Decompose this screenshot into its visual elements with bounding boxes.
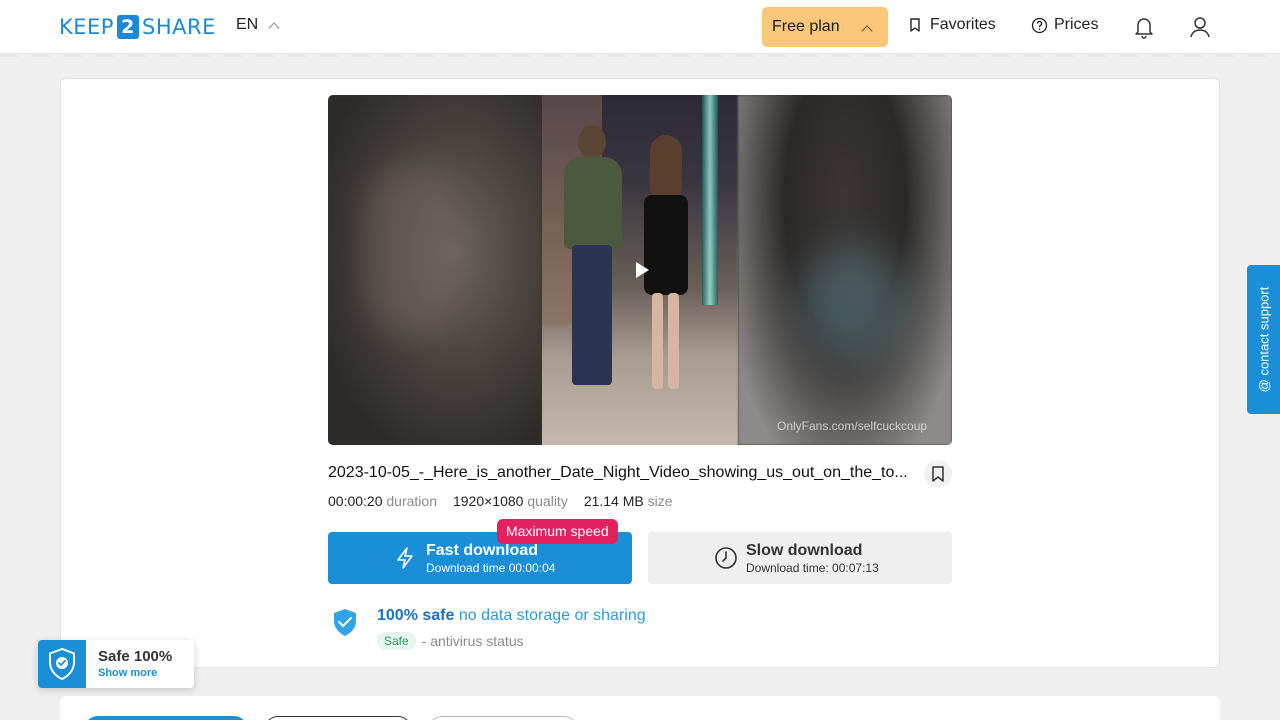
fast-download-time: Download time 00:00:04 — [426, 561, 556, 575]
quality-meta: 1920×1080 quality — [452, 493, 568, 509]
safe-widget[interactable]: Safe 100% Show more — [38, 640, 194, 688]
tab-second[interactable] — [264, 716, 412, 720]
chevron-up-icon — [861, 25, 873, 37]
top-header: KEEP 2 SHARE EN Free plan Favorites Prices — [0, 0, 1280, 54]
slow-download-title: Slow download — [746, 542, 863, 559]
tab-active[interactable] — [84, 716, 248, 720]
maximum-speed-badge: Maximum speed — [497, 519, 618, 544]
tab-third[interactable] — [428, 716, 578, 720]
bookmark-icon — [910, 18, 920, 32]
bell-icon[interactable] — [1133, 15, 1155, 39]
lightning-icon — [397, 547, 413, 569]
free-plan-label: Free plan — [772, 18, 840, 35]
video-blur-right — [738, 95, 952, 445]
help-circle-icon — [1031, 17, 1048, 33]
duration-meta: 00:00:20 duration — [328, 493, 437, 509]
antivirus-status: Safe - antivirus status — [377, 632, 524, 650]
contact-support-button[interactable]: @ contact support — [1247, 265, 1280, 414]
video-blur-left — [328, 95, 542, 445]
header-divider — [0, 54, 1280, 57]
keep2share-logo[interactable]: KEEP 2 SHARE — [59, 14, 216, 40]
clock-icon — [715, 547, 737, 569]
safety-headline: 100% safe no data storage or sharing — [377, 607, 646, 624]
slow-download-time: Download time: 00:07:13 — [746, 561, 879, 575]
antivirus-status-text: - antivirus status — [421, 633, 524, 649]
logo-text-right: SHARE — [141, 15, 216, 39]
add-favorite-button[interactable] — [924, 460, 952, 488]
size-meta: 21.14 MB size — [583, 493, 673, 509]
language-label: EN — [236, 16, 259, 33]
logo-badge: 2 — [116, 15, 139, 39]
language-selector[interactable]: EN — [236, 16, 280, 34]
prices-label: Prices — [1054, 16, 1099, 33]
user-icon[interactable] — [1189, 15, 1211, 39]
file-name: 2023-10-05_-_Here_is_another_Date_Night_… — [328, 464, 908, 481]
chevron-up-icon — [268, 21, 280, 34]
safe-widget-title: Safe 100% — [98, 648, 173, 665]
favorites-link[interactable]: Favorites — [907, 16, 996, 34]
prices-link[interactable]: Prices — [1031, 16, 1098, 34]
shield-check-icon — [334, 609, 356, 636]
bookmark-icon — [932, 466, 944, 482]
free-plan-button[interactable]: Free plan — [762, 7, 888, 47]
file-meta: 00:00:20 duration 1920×1080 quality 21.1… — [328, 493, 673, 509]
favorites-label: Favorites — [930, 16, 996, 33]
fast-download-title: Fast download — [426, 542, 538, 559]
slow-download-button[interactable]: Slow download Download time: 00:07:13 — [648, 532, 952, 584]
logo-text-left: KEEP — [59, 15, 114, 39]
shield-check-icon — [49, 647, 75, 681]
contact-support-label: @ contact support — [1256, 286, 1272, 393]
play-icon[interactable] — [636, 262, 649, 278]
show-more-link[interactable]: Show more — [98, 667, 157, 679]
safe-widget-badge — [38, 640, 86, 688]
safe-status-pill: Safe — [377, 632, 416, 650]
video-watermark: OnlyFans.com/selfcuckcoup — [777, 419, 928, 433]
